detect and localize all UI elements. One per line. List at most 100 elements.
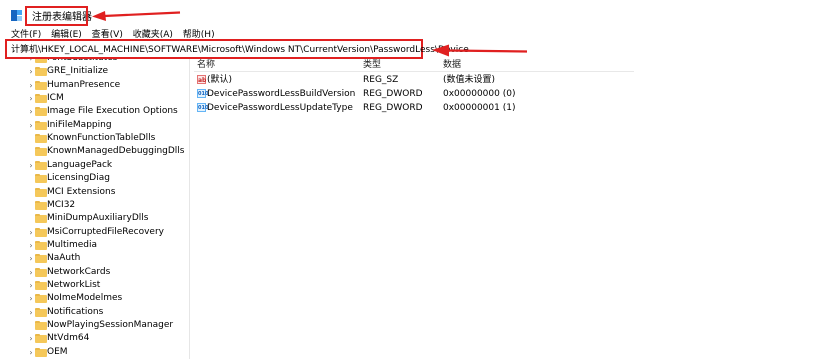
value-type: REG_DWORD — [363, 89, 423, 99]
folder-icon — [35, 134, 47, 144]
address-highlight-box[interactable]: 计算机\HKEY_LOCAL_MACHINE\SOFTWARE\Microsof… — [5, 39, 469, 59]
menu-favorites[interactable]: 收藏夹(A) — [133, 30, 173, 39]
tree-item[interactable]: MCI32 — [0, 199, 189, 212]
tree-item-label: Image File Execution Options — [47, 106, 178, 117]
column-header-type[interactable]: 类型 — [363, 59, 381, 71]
folder-icon — [35, 107, 47, 117]
tree-item-label: NtVdm64 — [47, 333, 90, 344]
chevron-right-icon[interactable]: › — [27, 346, 35, 359]
menu-edit[interactable]: 编辑(E) — [51, 30, 82, 39]
chevron-right-icon[interactable]: › — [27, 332, 35, 345]
tree-item-label: KnownFunctionTableDlls — [47, 133, 156, 144]
folder-icon — [35, 240, 47, 250]
folder-icon — [35, 174, 47, 184]
chevron-right-icon[interactable]: › — [27, 252, 35, 265]
tree-item[interactable]: › NetworkList — [0, 279, 189, 292]
folder-icon — [35, 280, 47, 290]
key-tree[interactable]: › FontSubstitutes › GRE_Initialize › HumanPre… — [0, 59, 189, 359]
menu-file[interactable]: 文件(F) — [11, 30, 41, 39]
tree-item[interactable]: › OEM — [0, 346, 189, 359]
tree-item[interactable]: MCI Extensions — [0, 186, 189, 199]
folder-icon — [35, 214, 47, 224]
tree-item[interactable]: › Notifications — [0, 306, 189, 319]
value-row[interactable]: ab (默认) REG_SZ (数值未设置) — [190, 73, 630, 87]
menu-bar: 文件(F) 编辑(E) 查看(V) 收藏夹(A) 帮助(H) — [11, 28, 222, 39]
tree-item-label: NetworkList — [47, 279, 101, 290]
column-header-name[interactable]: 名称 — [197, 59, 215, 71]
tree-item-label: MCI Extensions — [47, 186, 116, 197]
chevron-right-icon[interactable]: › — [27, 226, 35, 239]
tree-item[interactable]: › Multimedia — [0, 239, 189, 252]
tree-item-label: FontSubstitutes — [47, 59, 117, 65]
registry-editor-icon — [11, 10, 22, 21]
folder-icon — [35, 94, 47, 104]
chevron-right-icon[interactable]: › — [27, 119, 35, 132]
chevron-right-icon[interactable]: › — [27, 266, 35, 279]
tree-item[interactable]: › ICM — [0, 92, 189, 105]
column-header-data[interactable]: 数据 — [443, 59, 461, 71]
folder-icon — [35, 254, 47, 264]
chevron-right-icon[interactable]: › — [27, 279, 35, 292]
tree-item-label: NaAuth — [47, 253, 81, 264]
chevron-right-icon[interactable]: › — [27, 292, 35, 305]
value-row[interactable]: 010 DevicePasswordLessUpdateType REG_DWORD… — [190, 101, 630, 115]
tree-item[interactable]: MiniDumpAuxiliaryDlls — [0, 212, 189, 225]
tree-item[interactable]: NowPlayingSessionManager — [0, 319, 189, 332]
tree-item[interactable]: KnownManagedDebuggingDlls — [0, 145, 189, 158]
tree-item[interactable]: › NoImeModelmes — [0, 292, 189, 305]
chevron-right-icon[interactable]: › — [27, 92, 35, 105]
value-name: DevicePasswordLessUpdateType — [207, 103, 353, 113]
tree-item-label: MCI32 — [47, 199, 76, 210]
tree-item[interactable]: › NetworkCards — [0, 266, 189, 279]
tree-item[interactable]: › GRE_Initialize — [0, 65, 189, 78]
chevron-right-icon[interactable]: › — [27, 59, 35, 65]
chevron-right-icon[interactable]: › — [27, 105, 35, 118]
folder-icon — [35, 67, 47, 77]
chevron-right-icon[interactable]: › — [27, 65, 35, 78]
folder-icon — [35, 347, 47, 357]
tree-item-label: KnownManagedDebuggingDlls — [47, 146, 185, 157]
menu-view[interactable]: 查看(V) — [92, 30, 123, 39]
chevron-right-icon[interactable]: › — [27, 79, 35, 92]
title-bar: 注册表编辑器 — [0, 0, 829, 26]
tree-item-label: Multimedia — [47, 239, 98, 250]
value-name: DevicePasswordLessBuildVersion — [207, 89, 356, 99]
value-data: 0x00000000 (0) — [443, 89, 516, 99]
tree-item[interactable]: › FontSubstitutes — [0, 59, 189, 65]
tree-item-label: NowPlayingSessionManager — [47, 320, 174, 330]
folder-icon — [35, 334, 47, 344]
tree-item[interactable]: LicensingDiag — [0, 172, 189, 185]
tree-item[interactable]: › MsiCorruptedFileRecovery — [0, 226, 189, 239]
tree-item[interactable]: › Image File Execution Options — [0, 105, 189, 118]
menu-help[interactable]: 帮助(H) — [183, 30, 215, 39]
folder-icon — [35, 267, 47, 277]
value-data: 0x00000001 (1) — [443, 103, 516, 113]
tree-item[interactable]: › IniFileMapping — [0, 119, 189, 132]
tree-item-label: NoImeModelmes — [47, 293, 123, 304]
tree-item[interactable]: › LanguagePack — [0, 159, 189, 172]
value-type: REG_DWORD — [363, 103, 423, 113]
chevron-right-icon[interactable]: › — [27, 239, 35, 252]
tree-item-label: NetworkCards — [47, 266, 111, 277]
value-name: (默认) — [207, 75, 233, 85]
folder-icon — [35, 160, 47, 170]
tree-item[interactable]: › NtVdm64 — [0, 332, 189, 345]
tree-item[interactable]: › NaAuth — [0, 252, 189, 265]
value-row[interactable]: 010 DevicePasswordLessBuildVersion REG_DWO… — [190, 87, 630, 101]
tree-item-label: MsiCorruptedFileRecovery — [47, 226, 164, 237]
tree-item[interactable]: KnownFunctionTableDlls — [0, 132, 189, 145]
folder-icon — [35, 307, 47, 317]
values-pane: 名称 类型 数据 ab (默认) REG_SZ (数值未设置) 010 DevicePas… — [190, 59, 829, 359]
binary-value-icon: 010 — [197, 103, 209, 112]
tree-item[interactable]: › HumanPresence — [0, 79, 189, 92]
address-path[interactable]: 计算机\HKEY_LOCAL_MACHINE\SOFTWARE\Microsof… — [11, 44, 469, 56]
tree-item-label: IniFileMapping — [47, 119, 112, 130]
folder-icon — [35, 59, 47, 63]
folder-icon — [35, 120, 47, 130]
binary-value-icon: 010 — [197, 89, 209, 98]
folder-icon — [35, 294, 47, 304]
value-data: (数值未设置) — [443, 75, 496, 85]
chevron-right-icon[interactable]: › — [27, 159, 35, 172]
tree-item-label: ICM — [47, 93, 64, 104]
chevron-right-icon[interactable]: › — [27, 306, 35, 319]
